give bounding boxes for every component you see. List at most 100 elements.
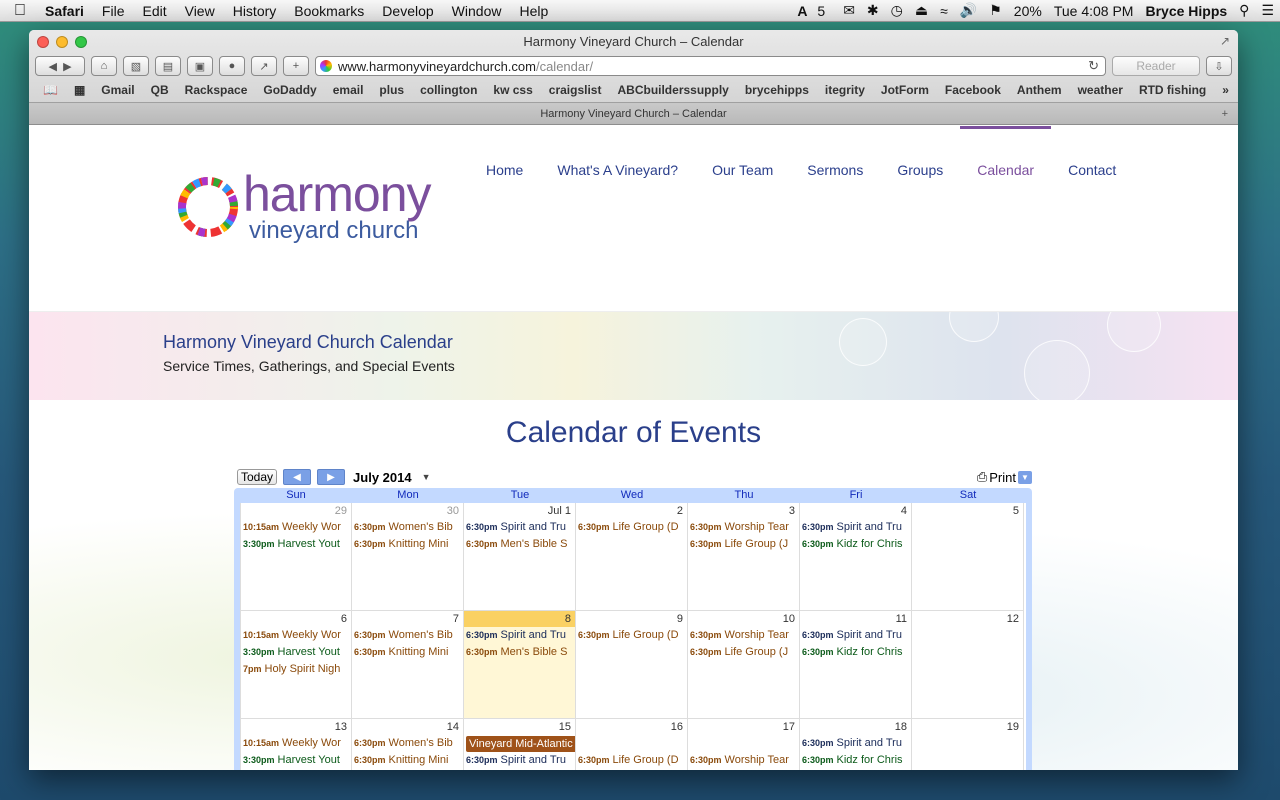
day-number[interactable]: 5: [912, 503, 1023, 519]
prev-month-button[interactable]: ◀: [283, 469, 312, 485]
calendar-day-cell[interactable]: 6 10:15am Weekly Wor 3:30pm Harvest Yout 7pm H…: [240, 611, 352, 719]
day-number[interactable]: 13: [241, 719, 351, 735]
nav-our-team[interactable]: Our Team: [695, 162, 790, 178]
print-button[interactable]: ⎙ Print ▼: [977, 469, 1032, 485]
day-number[interactable]: 7: [352, 611, 463, 627]
top-sites-button[interactable]: ●: [219, 56, 245, 76]
bookmark-item[interactable]: craigslist: [541, 83, 610, 97]
nav-whats-a-vineyard[interactable]: What's A Vineyard?: [540, 162, 695, 178]
menu-file[interactable]: File: [93, 3, 134, 19]
calendar-event[interactable]: 6:30pm Knitting Mini: [352, 752, 463, 769]
calendar-event[interactable]: 6:30pm Spirit and Tru: [464, 519, 575, 536]
calendar-event[interactable]: 6:30pm Spirit and Tru: [800, 519, 911, 536]
day-number[interactable]: 2: [576, 503, 687, 519]
day-number[interactable]: 12: [912, 611, 1023, 627]
menu-window[interactable]: Window: [443, 3, 511, 19]
flag-icon[interactable]: ⚑: [983, 2, 1008, 19]
calendar-event[interactable]: 6:30pm Kidz for Chris: [800, 752, 911, 769]
calendar-event[interactable]: 6:30pm Life Group (J: [688, 536, 799, 553]
multi-day-event[interactable]: Vineyard Mid-Atlantic Regional Conferenc…: [466, 736, 575, 752]
share-button[interactable]: ↗: [251, 56, 277, 76]
calendar-day-cell[interactable]: 19: [912, 719, 1024, 770]
bluetooth-icon[interactable]: ✱: [861, 2, 885, 19]
home-button[interactable]: ⌂: [91, 56, 117, 76]
calendar-event[interactable]: 6:30pm Life Group (D: [576, 519, 687, 536]
volume-icon[interactable]: 🔊: [954, 2, 983, 19]
battery-status[interactable]: 20%: [1008, 3, 1048, 19]
calendar-event[interactable]: 6:30pm Kidz for Chris: [800, 536, 911, 553]
mail-icon[interactable]: ✉: [837, 2, 861, 19]
nav-home[interactable]: Home: [469, 162, 540, 178]
day-number[interactable]: 8: [464, 611, 575, 627]
calendar-event[interactable]: 6:30pm Life Group (D: [576, 627, 687, 644]
menu-develop[interactable]: Develop: [373, 3, 442, 19]
calendar-event[interactable]: 6:30pm Knitting Mini: [352, 536, 463, 553]
notification-center-icon[interactable]: ☰: [1255, 2, 1280, 19]
bookmark-item[interactable]: plus: [371, 83, 412, 97]
day-number[interactable]: 29: [241, 503, 351, 519]
calendar-day-cell[interactable]: 16 6:30pm Life Group (D: [576, 719, 688, 770]
calendar-day-cell[interactable]: 13 10:15am Weekly Wor 3:30pm Harvest Yout: [240, 719, 352, 770]
new-tab-button[interactable]: +: [283, 56, 309, 76]
calendar-event[interactable]: 6:30pm Spirit and Tru: [800, 627, 911, 644]
calendar-event[interactable]: 6:30pm Spirit and Tru: [464, 752, 575, 769]
menu-history[interactable]: History: [224, 3, 286, 19]
menu-app-name[interactable]: Safari: [36, 3, 93, 19]
calendar-event[interactable]: 3:30pm Harvest Yout: [241, 752, 351, 769]
clock[interactable]: Tue 4:08 PM: [1048, 3, 1140, 19]
bookmark-item[interactable]: Anthem: [1009, 83, 1070, 97]
calendar-day-cell[interactable]: 10 6:30pm Worship Tear 6:30pm Life Group (J: [688, 611, 800, 719]
tab-title[interactable]: Harmony Vineyard Church – Calendar: [540, 108, 726, 120]
calendar-event[interactable]: 3:30pm Harvest Yout: [241, 644, 351, 661]
print-dropdown-icon[interactable]: ▼: [1018, 470, 1032, 484]
calendar-day-cell[interactable]: Jul 1 6:30pm Spirit and Tru 6:30pm Men's Bib…: [464, 503, 576, 611]
day-number[interactable]: 3: [688, 503, 799, 519]
calendar-event[interactable]: 6:30pm Men's Bible S: [464, 644, 575, 661]
forward-icon[interactable]: ▶: [63, 60, 71, 73]
next-month-button[interactable]: ▶: [317, 469, 346, 485]
calendar-event[interactable]: 10:15am Weekly Wor: [241, 627, 351, 644]
calendar-day-cell[interactable]: 18 6:30pm Spirit and Tru 6:30pm Kidz for Chr…: [800, 719, 912, 770]
calendar-event[interactable]: 6:30pm Women's Bib: [352, 735, 463, 752]
calendar-event[interactable]: 7pm Holy Spirit Nigh: [241, 661, 351, 678]
bookmark-item[interactable]: JotForm: [873, 83, 937, 97]
reading-list-button[interactable]: ▤: [155, 56, 181, 76]
month-dropdown-icon[interactable]: ▼: [422, 472, 431, 482]
menu-bookmarks[interactable]: Bookmarks: [285, 3, 373, 19]
day-number[interactable]: 10: [688, 611, 799, 627]
calendar-event[interactable]: 6:30pm Life Group (D: [576, 752, 687, 769]
calendar-day-cell[interactable]: 12: [912, 611, 1024, 719]
day-number[interactable]: 16: [576, 719, 687, 735]
calendar-day-cell[interactable]: 8 6:30pm Spirit and Tru 6:30pm Men's Bible S: [464, 611, 576, 719]
nav-sermons[interactable]: Sermons: [790, 162, 880, 178]
calendar-event[interactable]: 6:30pm Life Group (J: [688, 644, 799, 661]
bookmark-item[interactable]: Rackspace: [177, 83, 256, 97]
calendar-day-cell[interactable]: 2 6:30pm Life Group (D: [576, 503, 688, 611]
calendar-day-cell[interactable]: 4 6:30pm Spirit and Tru 6:30pm Kidz for Chri…: [800, 503, 912, 611]
nav-calendar[interactable]: Calendar: [960, 126, 1051, 178]
bookmark-item[interactable]: email: [325, 83, 372, 97]
calendar-event[interactable]: 6:30pm Kidz for Chris: [800, 644, 911, 661]
day-number[interactable]: 11: [800, 611, 911, 627]
fullscreen-icon[interactable]: ↗: [1220, 34, 1230, 48]
bookmark-item[interactable]: QB: [143, 83, 177, 97]
calendar-day-cell[interactable]: 30 6:30pm Women's Bib 6:30pm Knitting Mini: [352, 503, 464, 611]
calendar-day-cell[interactable]: 29 10:15am Weekly Wor 3:30pm Harvest Yout: [240, 503, 352, 611]
bookmark-item[interactable]: collington: [412, 83, 485, 97]
day-number[interactable]: 4: [800, 503, 911, 519]
day-number[interactable]: 18: [800, 719, 911, 735]
new-tab-plus-icon[interactable]: +: [1222, 103, 1228, 125]
calendar-day-cell[interactable]: 7 6:30pm Women's Bib 6:30pm Knitting Mini: [352, 611, 464, 719]
bookmark-item[interactable]: Facebook: [937, 83, 1009, 97]
user-name[interactable]: Bryce Hipps: [1139, 3, 1233, 19]
calendar-event[interactable]: 6:30pm Spirit and Tru: [464, 627, 575, 644]
calendar-event[interactable]: 6:30pm Worship Tear: [688, 627, 799, 644]
calendar-day-cell[interactable]: 9 6:30pm Life Group (D: [576, 611, 688, 719]
calendar-event[interactable]: 6:30pm Worship Tear: [688, 752, 799, 769]
bookmark-item[interactable]: RTD fishing: [1131, 83, 1214, 97]
time-machine-icon[interactable]: ◷: [885, 2, 909, 19]
site-logo[interactable]: harmony vineyard church: [173, 169, 432, 244]
day-number[interactable]: 14: [352, 719, 463, 735]
bookmark-item[interactable]: Gmail: [93, 83, 142, 97]
day-number[interactable]: 9: [576, 611, 687, 627]
